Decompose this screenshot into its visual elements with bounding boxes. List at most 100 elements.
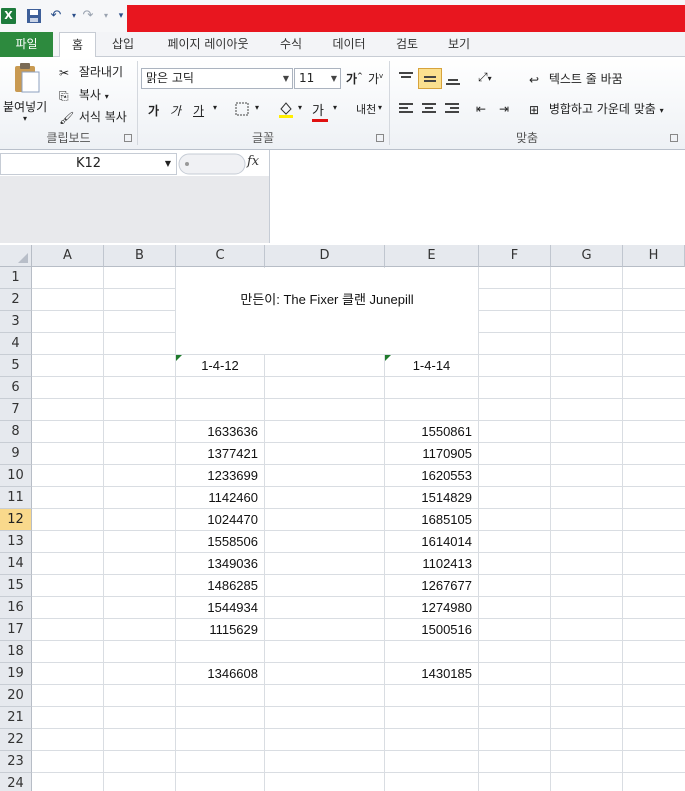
- font-launcher-icon[interactable]: [376, 134, 384, 142]
- paste-button[interactable]: 붙여넣기: [3, 98, 47, 115]
- name-box[interactable]: K12 ▼: [0, 153, 177, 175]
- column-header-g[interactable]: G: [551, 245, 623, 267]
- row-header-13[interactable]: 13: [0, 531, 32, 553]
- merge-center-button[interactable]: ⊞ 병합하고 가운데 맞춤 ▾: [529, 100, 664, 117]
- row-header-15[interactable]: 15: [0, 575, 32, 597]
- cell-e17[interactable]: 1500516: [385, 619, 478, 641]
- row-header-19[interactable]: 19: [0, 663, 32, 685]
- cell-c10[interactable]: 1233699: [176, 465, 264, 487]
- tab-review[interactable]: 검토: [387, 32, 427, 57]
- insert-function-icon[interactable]: fx: [247, 154, 259, 169]
- column-header-a[interactable]: A: [32, 245, 104, 267]
- format-painter-button[interactable]: 🖌 서식 복사: [59, 108, 127, 125]
- splitter-icon[interactable]: [177, 153, 247, 175]
- row-header-17[interactable]: 17: [0, 619, 32, 641]
- clipboard-launcher-icon[interactable]: [124, 134, 132, 142]
- column-header-b[interactable]: B: [104, 245, 176, 267]
- formula-input[interactable]: [269, 150, 685, 243]
- align-left-icon[interactable]: [398, 102, 414, 119]
- redo-icon[interactable]: ↷: [80, 8, 96, 24]
- align-right-icon[interactable]: [444, 102, 460, 119]
- row-header-6[interactable]: 6: [0, 377, 32, 399]
- decrease-indent-icon[interactable]: ⇤: [476, 102, 486, 116]
- row-header-16[interactable]: 16: [0, 597, 32, 619]
- column-header-f[interactable]: F: [479, 245, 551, 267]
- row-header-11[interactable]: 11: [0, 487, 32, 509]
- row-header-8[interactable]: 8: [0, 421, 32, 443]
- cell-c12[interactable]: 1024470: [176, 509, 264, 531]
- alignment-launcher-icon[interactable]: [670, 134, 678, 142]
- cell-e13[interactable]: 1614014: [385, 531, 478, 553]
- row-header-12[interactable]: 12: [0, 509, 32, 531]
- cell-e19[interactable]: 1430185: [385, 663, 478, 685]
- select-all-button[interactable]: [0, 245, 32, 267]
- cell-c9[interactable]: 1377421: [176, 443, 264, 465]
- row-header-2[interactable]: 2: [0, 289, 32, 311]
- font-name-combo[interactable]: 맑은 고딕 ▼: [141, 68, 293, 89]
- align-middle-icon[interactable]: [418, 68, 442, 89]
- orientation-icon[interactable]: ⤢▾: [478, 70, 492, 85]
- row-header-3[interactable]: 3: [0, 311, 32, 333]
- column-header-c[interactable]: C: [176, 245, 265, 267]
- cell-e11[interactable]: 1514829: [385, 487, 478, 509]
- italic-button[interactable]: 가: [170, 102, 181, 119]
- row-header-4[interactable]: 4: [0, 333, 32, 355]
- tab-data[interactable]: 데이터: [324, 32, 374, 57]
- worksheet-grid[interactable]: A B C D E F G H 1 2 3 4 5 6 7 8 9 10 11 …: [0, 245, 685, 791]
- cell-c15[interactable]: 1486285: [176, 575, 264, 597]
- cell-e10[interactable]: 1620553: [385, 465, 478, 487]
- tab-home[interactable]: 홈: [59, 32, 96, 58]
- row-header-23[interactable]: 23: [0, 751, 32, 773]
- cell-e9[interactable]: 1170905: [385, 443, 478, 465]
- cell-c11[interactable]: 1142460: [176, 487, 264, 509]
- bold-button[interactable]: 가: [148, 102, 159, 119]
- row-header-24[interactable]: 24: [0, 773, 32, 791]
- column-header-d[interactable]: D: [265, 245, 385, 267]
- increase-indent-icon[interactable]: ⇥: [499, 102, 509, 116]
- chevron-down-icon[interactable]: ▼: [165, 154, 171, 174]
- row-header-7[interactable]: 7: [0, 399, 32, 421]
- tab-formulas[interactable]: 수식: [272, 32, 310, 57]
- cell-c17[interactable]: 1115629: [176, 619, 264, 641]
- border-icon[interactable]: [235, 102, 249, 119]
- phonetic-icon[interactable]: 내천: [356, 101, 376, 117]
- paste-icon[interactable]: [9, 61, 45, 95]
- underline-button[interactable]: 가: [193, 102, 204, 119]
- row-header-5[interactable]: 5: [0, 355, 32, 377]
- copy-button[interactable]: ⎘ 복사 ▾: [59, 86, 109, 103]
- font-color-icon[interactable]: 가: [312, 100, 328, 122]
- phonetic-dropdown-icon[interactable]: ▾: [378, 103, 382, 112]
- fill-color-icon[interactable]: [277, 100, 295, 121]
- save-icon[interactable]: [26, 8, 42, 24]
- row-header-20[interactable]: 20: [0, 685, 32, 707]
- column-header-e[interactable]: E: [385, 245, 479, 267]
- cell-c5[interactable]: 1-4-12: [176, 355, 264, 377]
- cell-e5[interactable]: 1-4-14: [385, 355, 478, 377]
- shrink-font-icon[interactable]: 가v: [368, 70, 383, 87]
- undo-icon[interactable]: ↶: [48, 8, 64, 24]
- row-header-1[interactable]: 1: [0, 267, 32, 289]
- row-header-10[interactable]: 10: [0, 465, 32, 487]
- tab-page-layout[interactable]: 페이지 레이아웃: [156, 32, 260, 57]
- cell-e12[interactable]: 1685105: [385, 509, 478, 531]
- row-header-18[interactable]: 18: [0, 641, 32, 663]
- cell-c16[interactable]: 1544934: [176, 597, 264, 619]
- column-header-h[interactable]: H: [623, 245, 685, 267]
- tab-file[interactable]: 파일: [0, 32, 53, 57]
- cell-c8[interactable]: 1633636: [176, 421, 264, 443]
- cell-e8[interactable]: 1550861: [385, 421, 478, 443]
- row-header-22[interactable]: 22: [0, 729, 32, 751]
- row-header-9[interactable]: 9: [0, 443, 32, 465]
- cell-c13[interactable]: 1558506: [176, 531, 264, 553]
- row-header-21[interactable]: 21: [0, 707, 32, 729]
- merged-title-cell[interactable]: [176, 268, 478, 354]
- merge-dropdown-icon[interactable]: ▾: [660, 106, 664, 115]
- row-header-14[interactable]: 14: [0, 553, 32, 575]
- cell-e14[interactable]: 1102413: [385, 553, 478, 575]
- paste-dropdown-icon[interactable]: ▾: [23, 114, 27, 123]
- underline-dropdown-icon[interactable]: ▾: [213, 103, 217, 112]
- align-top-icon[interactable]: [398, 71, 414, 88]
- fill-color-dropdown-icon[interactable]: ▾: [298, 103, 302, 112]
- cell-e16[interactable]: 1274980: [385, 597, 478, 619]
- align-center-icon[interactable]: [421, 102, 437, 119]
